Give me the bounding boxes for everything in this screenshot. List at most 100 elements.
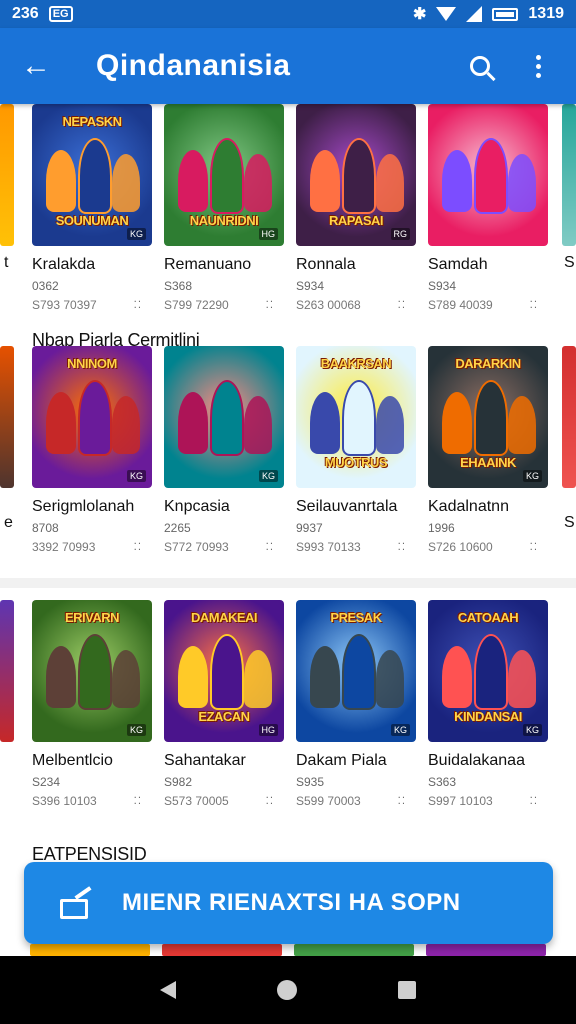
hero-figure: [342, 138, 376, 214]
hero-figure: [310, 392, 340, 454]
hero-figure: [210, 380, 244, 456]
hero-figure: [310, 646, 340, 708]
game-cover-image: NAUNRIDNI HG: [164, 104, 284, 246]
game-meta: S599 70003 ⁚⁚: [296, 794, 416, 808]
game-card[interactable]: DARARKIN EHAAINK KG Kadalnatnn 1996 S726…: [428, 346, 548, 554]
hero-figure: [442, 150, 472, 212]
game-card[interactable]: PRESAK KG Dakam Piala S935 S599 70003 ⁚⁚: [296, 600, 416, 808]
game-card[interactable]: NEPASKN SOUNUMAN KG Kralakda 0362 S793 7…: [32, 104, 152, 312]
hero-figure: [342, 380, 376, 456]
game-card[interactable]: Samdah S934 S789 40039 ⁚⁚: [428, 104, 548, 312]
edit-icon: [60, 889, 92, 919]
game-card[interactable]: RAPASAI RG Ronnala S934 S263 00068 ⁚⁚: [296, 104, 416, 312]
game-card[interactable]: KG Knpcasia 2265 S772 70993 ⁚⁚: [164, 346, 284, 554]
game-code: 1996: [428, 521, 455, 535]
game-code: 8708: [32, 521, 59, 535]
card-more-icon[interactable]: ⁚⁚: [530, 542, 538, 553]
status-bar: 236 EG ✱ 1319: [0, 0, 576, 28]
game-meta-value: S263 00068: [296, 298, 361, 312]
game-cover-image: BAAKRSAN MUOTRUS: [296, 346, 416, 488]
left-peek-card[interactable]: [0, 600, 14, 742]
game-title: Kralakda: [32, 256, 96, 273]
game-card[interactable]: NNINOM KG Serigmlolanah 8708 3392 70993 …: [32, 346, 152, 554]
game-cover-image: KG: [164, 346, 284, 488]
rating-badge: HG: [258, 724, 278, 736]
nav-back-icon[interactable]: [160, 981, 177, 999]
hero-figure: [342, 634, 376, 710]
nav-home-icon[interactable]: [276, 980, 297, 1000]
game-code: S368: [164, 279, 193, 293]
hero-figure: [508, 650, 536, 708]
game-meta: S263 00068 ⁚⁚: [296, 298, 416, 312]
card-more-icon[interactable]: ⁚⁚: [398, 796, 406, 807]
card-more-icon[interactable]: ⁚⁚: [266, 796, 274, 807]
cover-title-top: DAMAKEAI: [190, 610, 258, 625]
card-more-icon[interactable]: ⁚⁚: [266, 300, 274, 311]
cover-title-bottom: EHAAINK: [460, 455, 516, 470]
cover-title-top: NNINOM: [67, 356, 117, 371]
hero-figure: [178, 646, 208, 708]
game-card[interactable]: DAMAKEAI EZACAN HG Sahantakar S982 S573 …: [164, 600, 284, 808]
left-peek-card[interactable]: [0, 346, 14, 488]
right-peek-card[interactable]: [562, 104, 576, 246]
game-meta-value: S997 10103: [428, 794, 493, 808]
game-meta-value: S799 72290: [164, 298, 229, 312]
hero-figure: [178, 392, 208, 454]
game-meta: S799 72290 ⁚⁚: [164, 298, 284, 312]
game-cover-image: DARARKIN EHAAINK KG: [428, 346, 548, 488]
game-title: Buidalakanaa: [428, 752, 525, 769]
left-peek-card[interactable]: [0, 104, 14, 246]
status-clock: 1319: [528, 5, 564, 22]
nav-recents-icon[interactable]: [397, 981, 416, 999]
game-meta-value: S726 10600: [428, 540, 493, 554]
game-cover-image: CATOAAH KINDANSAI KG: [428, 600, 548, 742]
bluetooth-icon: ✱: [413, 6, 427, 23]
cover-title-top: DARARKIN: [455, 356, 521, 371]
primary-action-button[interactable]: MIENR RIENAXTSI HA SOPN: [24, 862, 553, 944]
card-more-icon[interactable]: ⁚⁚: [398, 300, 406, 311]
game-title: Serigmlolanah: [32, 498, 135, 515]
game-card[interactable]: BAAKRSAN MUOTRUS Seilauvanrtala 9937 S99…: [296, 346, 416, 554]
card-more-icon[interactable]: ⁚⁚: [530, 796, 538, 807]
game-title: Kadalnatnn: [428, 498, 509, 515]
hero-figure: [376, 154, 404, 212]
hero-figure: [210, 634, 244, 710]
cover-title-top: NEPASKN: [62, 114, 122, 129]
hero-figure: [508, 154, 536, 212]
card-more-icon[interactable]: ⁚⁚: [134, 542, 142, 553]
game-meta-value: 3392 70993: [32, 540, 96, 554]
card-more-icon[interactable]: ⁚⁚: [530, 300, 538, 311]
game-card[interactable]: CATOAAH KINDANSAI KG Buidalakanaa S363 S…: [428, 600, 548, 808]
game-code: S363: [428, 775, 457, 789]
game-title: Seilauvanrtala: [296, 498, 398, 515]
hero-figure: [474, 138, 508, 214]
game-code: 9937: [296, 521, 323, 535]
right-peek-text: S: [564, 254, 575, 271]
game-card[interactable]: NAUNRIDNI HG Remanuano S368 S799 72290 ⁚…: [164, 104, 284, 312]
game-card[interactable]: ERIVARN KG Melbentlcio S234 S396 10103 ⁚…: [32, 600, 152, 808]
game-meta-value: S599 70003: [296, 794, 361, 808]
game-meta: S396 10103 ⁚⁚: [32, 794, 152, 808]
game-meta-value: S772 70993: [164, 540, 229, 554]
more-vert-icon: [535, 54, 541, 78]
game-title: Melbentlcio: [32, 752, 113, 769]
game-meta-value: S396 10103: [32, 794, 97, 808]
game-code: S934: [428, 279, 457, 293]
back-arrow-icon[interactable]: ←: [18, 48, 54, 84]
card-more-icon[interactable]: ⁚⁚: [266, 542, 274, 553]
right-peek-text: S: [564, 514, 575, 531]
card-more-icon[interactable]: ⁚⁚: [134, 300, 142, 311]
rating-badge: KG: [126, 724, 146, 736]
overflow-menu-button[interactable]: [518, 46, 558, 86]
rating-badge: HG: [258, 228, 278, 240]
card-more-icon[interactable]: ⁚⁚: [134, 796, 142, 807]
right-peek-card[interactable]: [562, 346, 576, 488]
game-cover-image: PRESAK KG: [296, 600, 416, 742]
game-meta: S789 40039 ⁚⁚: [428, 298, 548, 312]
card-more-icon[interactable]: ⁚⁚: [398, 542, 406, 553]
cover-title-bottom: SOUNUMAN: [55, 213, 129, 228]
game-meta-value: S793 70397: [32, 298, 97, 312]
hero-figure: [46, 646, 76, 708]
left-peek-text: e: [4, 514, 13, 531]
search-button[interactable]: [460, 46, 500, 86]
